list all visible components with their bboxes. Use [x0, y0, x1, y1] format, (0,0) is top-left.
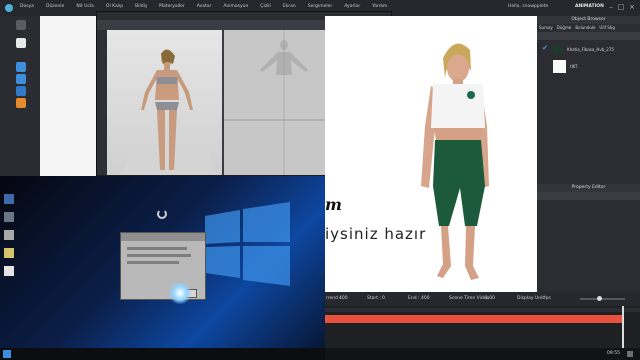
track-row — [325, 308, 640, 312]
nested-viewport-main[interactable] — [107, 30, 222, 180]
system-taskbar: 09:55 — [325, 348, 640, 360]
overlay-heading-fragment: m — [325, 195, 342, 214]
start-value[interactable]: 0 — [382, 296, 385, 301]
notification-icon[interactable] — [627, 351, 633, 357]
camera-tool-icon[interactable] — [16, 86, 26, 96]
timeline-tracks[interactable] — [325, 306, 640, 348]
scale-tool-icon[interactable] — [16, 74, 26, 84]
desktop-icon[interactable] — [4, 230, 14, 240]
menu-item[interactable]: Ekran — [283, 4, 296, 9]
scene-time-label: Scene Time Video — [449, 296, 490, 301]
desktop-icon[interactable] — [4, 248, 14, 258]
user-greeting[interactable]: Hello, snowpplete — [508, 4, 548, 9]
object-browser-panel: Object Browser Sumay Düğme Bulundule Uli… — [537, 16, 640, 292]
main-menu: Dosya Düzenle Nit Ucla Ol Kalıp Bildiş M… — [20, 4, 399, 9]
timeline-controls: rrend : 400 Start : 0 End : 400 Scene Ti… — [325, 292, 640, 306]
zoom-slider[interactable] — [580, 298, 625, 300]
desktop-icon[interactable] — [4, 212, 14, 222]
system-clock[interactable]: 09:55 — [607, 351, 620, 356]
animation-clip-track[interactable] — [325, 315, 622, 323]
installer-dialog[interactable] — [120, 232, 206, 304]
app-logo-icon — [5, 4, 13, 12]
end-value[interactable]: 400 — [421, 296, 430, 301]
item-label: tIKT — [570, 64, 578, 69]
minimize-icon[interactable]: – — [607, 3, 615, 11]
overlay-subheading-fragment: iysiniz hazır — [325, 225, 427, 243]
menu-item[interactable]: Ayarlar — [344, 4, 360, 9]
desktop-icon[interactable] — [4, 266, 14, 276]
tool-strip — [0, 16, 40, 176]
property-editor-toolbar — [537, 192, 640, 200]
loading-spinner-icon — [157, 209, 167, 219]
scene-time-value[interactable]: 1.00 — [485, 296, 495, 301]
avatar-figure-icon — [117, 49, 217, 180]
menu-item[interactable]: Bildiş — [135, 4, 147, 9]
object-browser-toolbar — [537, 32, 640, 40]
close-icon[interactable]: × — [628, 3, 636, 11]
menu-item[interactable]: Dosya — [20, 4, 34, 9]
maximize-icon[interactable]: □ — [617, 3, 625, 11]
frame-value[interactable]: 400 — [339, 296, 348, 301]
dressed-avatar-icon — [421, 43, 489, 280]
object-browser-tabs: Sumay Düğme Bulundule Ulif Sbg — [539, 25, 615, 30]
list-item[interactable]: tIKT — [539, 60, 638, 74]
menu-item[interactable]: Materyaller — [159, 4, 185, 9]
menu-item[interactable]: Ol Kalıp — [106, 4, 123, 9]
zoom-slider-handle[interactable] — [597, 296, 602, 301]
menu-item[interactable]: Animasyon — [223, 4, 248, 9]
tab-ulif-sbg[interactable]: Ulif Sbg — [599, 25, 614, 30]
menu-item[interactable]: Nit Ucla — [76, 4, 94, 9]
tab-bulundule[interactable]: Bulundule — [575, 25, 595, 30]
list-item[interactable]: ✔ Khatia_Fibasa_Hvb_275 — [539, 44, 638, 56]
timeline-playhead[interactable] — [622, 306, 624, 348]
side-canvas — [40, 16, 100, 176]
menu-item[interactable]: Yardım — [372, 4, 387, 9]
desktop-taskbar — [0, 348, 325, 360]
tab-dugme[interactable]: Düğme — [557, 25, 572, 30]
property-editor-title: Property Editor — [537, 184, 640, 192]
checkmark-icon[interactable]: ✔ — [542, 44, 548, 52]
light-tool-icon[interactable] — [16, 98, 26, 108]
menu-item[interactable]: Sergimeler — [308, 4, 333, 9]
menu-item[interactable]: Avatar — [197, 4, 212, 9]
dialog-text-block — [127, 261, 179, 264]
start-button[interactable] — [3, 350, 11, 358]
brand-label: ANIMATION — [575, 4, 604, 9]
dialog-text-block — [127, 254, 191, 257]
select-tool-icon[interactable] — [16, 38, 26, 48]
menu-item[interactable]: Çizili — [260, 4, 271, 9]
main-viewport[interactable] — [325, 16, 537, 292]
dialog-title-bar — [121, 233, 205, 241]
item-thumbnail — [553, 45, 563, 54]
display-unit-value[interactable]: fps — [544, 296, 551, 301]
object-browser-title: Object Browser — [537, 16, 640, 24]
rotate-tool-icon[interactable] — [16, 62, 26, 72]
nested-left-tools — [97, 30, 107, 180]
desktop-icon[interactable] — [4, 194, 14, 204]
display-unit-label: Display Unit — [517, 296, 545, 301]
cursor-highlight — [169, 282, 191, 304]
tab-sumay[interactable]: Sumay — [539, 25, 553, 30]
item-label: Khatia_Fibasa_Hvb_275 — [567, 47, 614, 52]
start-label: Start : — [367, 296, 381, 301]
end-label: End : — [408, 296, 420, 301]
item-thumbnail — [553, 60, 566, 73]
menu-item[interactable]: Düzenle — [46, 4, 64, 9]
dialog-text-block — [127, 247, 187, 250]
move-tool-icon[interactable] — [16, 20, 26, 30]
